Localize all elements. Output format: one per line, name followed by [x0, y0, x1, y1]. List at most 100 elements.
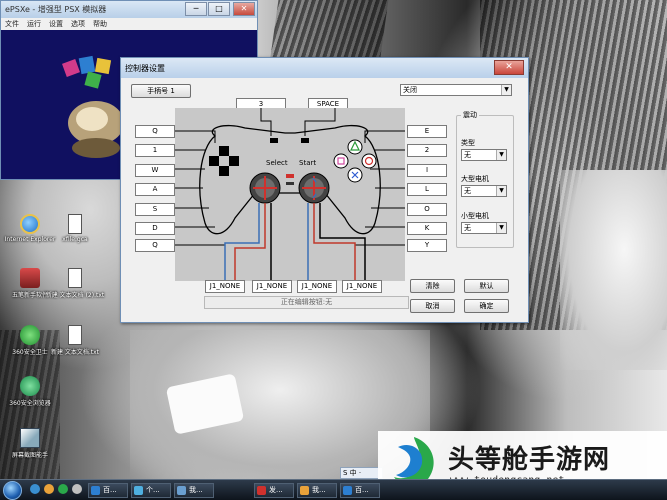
key-right-6[interactable]: K [407, 222, 447, 235]
minimize-button[interactable]: ─ [185, 2, 207, 16]
taskbar-button-label: 我... [312, 486, 326, 494]
desktop-icon-label: 新建 文本文档 (2).txt [45, 292, 105, 299]
key-right-7[interactable]: Y [407, 239, 447, 252]
key-left-7[interactable]: Q [135, 239, 175, 252]
menu-help[interactable]: 帮助 [93, 19, 107, 29]
desktop-icon-screenshot[interactable]: 屏幕截图能手 [0, 428, 60, 459]
chevron-down-icon: ▼ [496, 223, 506, 233]
menu-run[interactable]: 运行 [27, 19, 41, 29]
menu-file[interactable]: 文件 [5, 19, 19, 29]
status-bar: 正在编辑按钮:无 [204, 296, 409, 309]
chevron-down-icon: ▼ [496, 150, 506, 160]
task-icon [257, 486, 266, 495]
taskbar-button-label: 发... [269, 486, 283, 494]
taskbar-button-4[interactable]: 发... [254, 483, 294, 498]
desktop-icon-textfile-2[interactable]: 新建 文本文档 (2).txt [45, 268, 105, 299]
key-left-1[interactable]: Q [135, 125, 175, 138]
type-label: 类型 [461, 139, 475, 147]
screenshot-tool-icon [20, 428, 40, 448]
desktop-icon-label: 360安全浏览器 [9, 400, 51, 407]
media-quicklaunch-icon[interactable] [72, 484, 82, 494]
default-button[interactable]: 默认 [464, 279, 509, 293]
face-photo [560, 170, 667, 370]
small-motor-select[interactable]: 无 ▼ [461, 222, 507, 234]
folder-quicklaunch-icon[interactable] [44, 484, 54, 494]
key-right-3[interactable]: I [407, 164, 447, 177]
taskbar-button-2[interactable]: 个... [131, 483, 171, 498]
task-icon [177, 486, 186, 495]
taskbar-button-label: 我... [189, 486, 203, 494]
desktop-icon-label: 五笔新手软件 [11, 292, 48, 299]
ie-quicklaunch-icon[interactable] [30, 484, 40, 494]
ok-button[interactable]: 确定 [464, 299, 509, 313]
360-browser-icon [20, 376, 40, 396]
task-icon [343, 486, 352, 495]
epsxe-menu-bar: 文件 运行 设置 选项 帮助 [1, 18, 257, 30]
desktop-icon-xfile[interactable]: xfile.gca [45, 214, 105, 243]
key-bottom-3[interactable]: J1_NONE [297, 280, 337, 293]
dialog-close-button[interactable]: ✕ [494, 60, 524, 75]
controller-settings-dialog: 控制器设置 ✕ 手柄号 1 关闭 ▼ 3 SPACE Q 1 W A S D Q… [120, 57, 529, 323]
vibration-group: 震动 类型 无 ▼ 大型电机 无 ▼ 小型电机 无 ▼ [456, 110, 514, 248]
taskbar-button-label: 百... [355, 486, 369, 494]
small-motor-value: 无 [464, 224, 471, 232]
taskbar-button-3[interactable]: 我... [174, 483, 214, 498]
mode-select[interactable]: 关闭 ▼ [400, 84, 512, 96]
key-right-5[interactable]: O [407, 203, 447, 216]
maximize-button[interactable]: □ [208, 2, 230, 16]
taskbar-button-label: 个... [146, 486, 160, 494]
key-bottom-1[interactable]: J1_NONE [205, 280, 245, 293]
desktop-icon-label: 屏幕截图能手 [11, 452, 48, 459]
large-motor-select[interactable]: 无 ▼ [461, 185, 507, 197]
task-icon [134, 486, 143, 495]
select-label: Select [266, 159, 288, 167]
key-right-2[interactable]: 2 [407, 144, 447, 157]
key-left-3[interactable]: W [135, 164, 175, 177]
desktop-icon-label: 新建 文本文档.txt [50, 349, 100, 356]
key-right-4[interactable]: L [407, 183, 447, 196]
menu-config[interactable]: 设置 [49, 19, 63, 29]
360-quicklaunch-icon[interactable] [58, 484, 68, 494]
close-button[interactable]: ✕ [233, 2, 255, 16]
mode-select-value: 关闭 [403, 86, 417, 94]
taskbar-button-1[interactable]: 百... [88, 483, 128, 498]
task-icon [91, 486, 100, 495]
desktop-icon-label: xfile.gca [62, 236, 88, 243]
taskbar-button-label: 百... [103, 486, 117, 494]
key-right-1[interactable]: E [407, 125, 447, 138]
taskbar-button-6[interactable]: 百... [340, 483, 380, 498]
taskbar-button-5[interactable]: 我... [297, 483, 337, 498]
pad-number-button[interactable]: 手柄号 1 [131, 84, 191, 98]
key-left-4[interactable]: A [135, 183, 175, 196]
small-motor-label: 小型电机 [461, 212, 489, 220]
start-button[interactable] [3, 481, 22, 500]
epsxe-logo [62, 55, 124, 158]
menu-options[interactable]: 选项 [71, 19, 85, 29]
chevron-down-icon: ▼ [501, 85, 511, 95]
large-motor-value: 无 [464, 187, 471, 195]
gamepad-illustration [175, 108, 405, 281]
dialog-title-bar: 控制器设置 [121, 58, 528, 78]
key-left-5[interactable]: S [135, 203, 175, 216]
key-left-2[interactable]: 1 [135, 144, 175, 157]
desktop-icon-360-browser[interactable]: 360安全浏览器 [0, 376, 60, 407]
dialog-title: 控制器设置 [125, 63, 165, 73]
cancel-button[interactable]: 取消 [410, 299, 455, 313]
key-bottom-4[interactable]: J1_NONE [342, 280, 382, 293]
large-motor-label: 大型电机 [461, 175, 489, 183]
chevron-down-icon: ▼ [496, 186, 506, 196]
ime-indicator[interactable]: S 中 · [340, 467, 383, 479]
360-security-icon [20, 325, 40, 345]
start-label: Start [299, 159, 317, 167]
controller-diagram [175, 108, 405, 281]
desktop-icon-textfile[interactable]: 新建 文本文档.txt [45, 325, 105, 356]
key-left-6[interactable]: D [135, 222, 175, 235]
type-select-value: 无 [464, 151, 471, 159]
text-file-icon [68, 325, 82, 345]
internet-explorer-icon [20, 214, 40, 234]
key-bottom-2[interactable]: J1_NONE [252, 280, 292, 293]
taskbar: 百... 个... 我... 发... 我... 百... [0, 479, 667, 500]
vibration-group-label: 震动 [461, 110, 479, 120]
clear-button[interactable]: 清除 [410, 279, 455, 293]
type-select[interactable]: 无 ▼ [461, 149, 507, 161]
